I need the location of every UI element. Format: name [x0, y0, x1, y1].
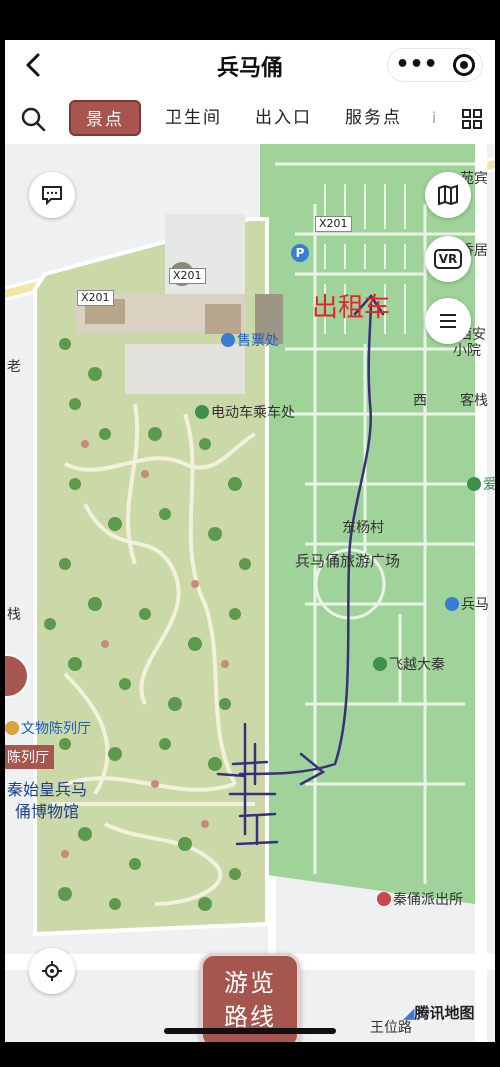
grid-icon[interactable] [461, 108, 483, 130]
more-dots-icon[interactable]: ••• [395, 54, 437, 76]
road-label-x201: X201 [169, 268, 206, 284]
poi-relics-hall[interactable]: 文物陈列厅 [5, 718, 91, 738]
road-label-x201: X201 [77, 290, 114, 306]
road-label-x201: X201 [315, 216, 352, 232]
title-bar: 兵马俑 ••• [5, 40, 495, 92]
map-layers-button[interactable] [425, 172, 471, 218]
poi-shuttle-stop[interactable]: 电动车乘车处 [195, 402, 295, 422]
category-tabs: 景点 卫生间 出入口 服务点 i [5, 96, 495, 142]
comment-button[interactable] [29, 172, 75, 218]
list-icon [440, 314, 456, 328]
label-tourism-plaza: 兵马俑旅游广场 [295, 552, 401, 570]
app-screen: 兵马俑 ••• 景点 卫生间 出入口 服务点 i X201 X201 X201 … [5, 40, 495, 1042]
label-right-edge-text: 爱 [483, 477, 495, 493]
vr-button[interactable]: VR [425, 236, 471, 282]
label-right-edge: 爱 [467, 474, 495, 494]
tab-service-points[interactable]: 服务点 [345, 100, 402, 136]
poi-ticket-label: 售票处 [237, 333, 279, 349]
label-right-edge: 兵马 [445, 594, 489, 614]
label-left-edge: 栈 [7, 607, 21, 623]
target-icon[interactable] [452, 54, 475, 76]
poi-feiyue-daqin[interactable]: 飞越大秦 [373, 654, 445, 674]
poi-icon [373, 657, 387, 671]
label-right-edge: 小院 [453, 343, 481, 359]
shuttle-icon [195, 405, 209, 419]
tour-route-label-line1: 游览 [224, 969, 276, 997]
mini-program-capsule: ••• [387, 48, 483, 82]
label-right-edge: 西 [413, 393, 427, 409]
tab-entrances[interactable]: 出入口 [255, 100, 312, 136]
locate-button[interactable] [29, 948, 75, 994]
locate-icon [42, 961, 62, 981]
poi-icon [5, 721, 19, 735]
tab-scenic-spots[interactable]: 景点 [69, 100, 141, 136]
poi-feiyue-label: 飞越大秦 [389, 657, 445, 673]
poi-relics-hall-label: 文物陈列厅 [21, 721, 91, 737]
tab-restrooms[interactable]: 卫生间 [165, 100, 222, 136]
poi-police-station[interactable]: 秦俑派出所 [377, 889, 463, 909]
vr-icon: VR [433, 249, 463, 269]
label-left-edge: 老 [7, 359, 21, 375]
poi-police-label: 秦俑派出所 [393, 892, 463, 908]
search-icon[interactable] [19, 105, 47, 133]
tencent-map-icon: ◢ [403, 1004, 415, 1022]
tab-more-partial[interactable]: i [432, 100, 438, 136]
map-provider-logo: ◢腾讯地图 [403, 1002, 475, 1023]
police-icon [377, 892, 391, 906]
map-provider-text: 腾讯地图 [414, 1004, 475, 1022]
comment-icon [42, 186, 62, 205]
label-right-edge-text: 兵马 [461, 597, 489, 613]
poi-shuttle-label: 电动车乘车处 [211, 405, 295, 421]
parking-icon: P [291, 244, 309, 262]
label-museum-line2: 俑博物馆 [15, 802, 80, 821]
map-view[interactable]: X201 X201 X201 P 售票处 电动车乘车处 出租车 东杨村 兵马俑旅… [5, 144, 495, 1042]
label-museum-line1: 秦始皇兵马 [7, 780, 88, 799]
list-button[interactable] [425, 298, 471, 344]
poi-relics-hall-selected[interactable]: 陈列厅 [5, 745, 54, 769]
poi-icon [467, 477, 481, 491]
poi-ticket-office[interactable]: 售票处 [221, 330, 279, 350]
label-dongyang-village: 东杨村 [342, 520, 384, 536]
home-indicator[interactable] [164, 1028, 336, 1034]
ticket-icon [221, 333, 235, 347]
handwritten-taxi-label: 出租车 [312, 293, 391, 323]
poi-icon [445, 597, 459, 611]
map-book-icon [438, 184, 458, 206]
label-right-edge: 客栈 [460, 393, 488, 409]
